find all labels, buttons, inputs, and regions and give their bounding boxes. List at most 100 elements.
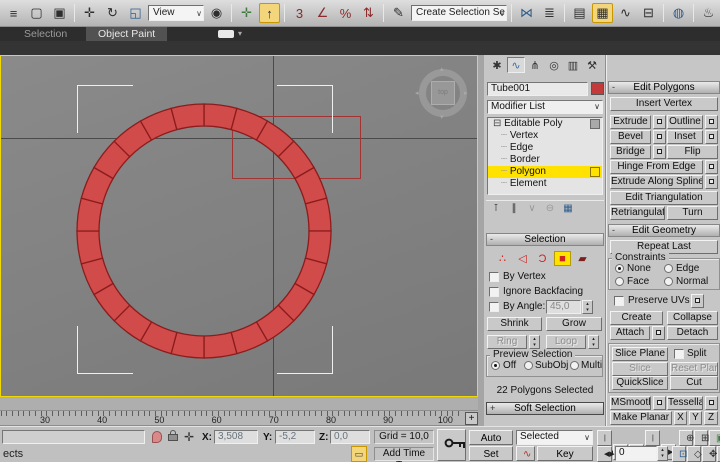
tab-motion[interactable]: ◎ [545,57,563,73]
reference-coordinate-system-dropdown[interactable]: View ∨ [148,5,204,21]
bevel-settings-icon[interactable] [653,130,666,144]
stack-row-polygon[interactable]: ┈ Polygon [488,166,602,178]
add-time-tag-button[interactable]: Add Time Tag [374,447,434,462]
reset-plane-button[interactable]: Reset Plane [670,362,718,376]
soft-selection-rollout-header[interactable]: + Soft Selection [486,402,604,415]
grow-button[interactable]: Grow [546,317,602,331]
preserve-uvs-settings-icon[interactable] [691,294,704,308]
constraint-face-radio[interactable] [615,277,624,286]
element-subobject-icon[interactable]: ▰ [574,251,591,266]
render-setup-icon[interactable]: ♨ [698,3,719,23]
by-vertex-checkbox[interactable] [489,272,499,282]
track-bar[interactable]: + 30 40 50 60 70 80 90 100 [0,411,478,426]
edge-subobject-icon[interactable]: ◁ [514,251,531,266]
constraint-edge-radio[interactable] [664,264,673,273]
preview-subobj-radio[interactable] [524,361,533,370]
stack-row-editable-poly[interactable]: ⊟ Editable Poly [488,118,602,130]
top-viewport[interactable]: top ▴ ▾ ◂ ▸ [0,55,478,397]
zoom-icon[interactable]: ⊕ [679,430,694,446]
tab-object-paint[interactable]: Object Paint [86,27,168,41]
make-planar-button[interactable]: Make Planar [610,411,672,425]
use-pivot-point-center-icon[interactable]: ◉ [206,3,227,23]
edit-polygons-rollout-header[interactable]: - Edit Polygons [608,81,720,94]
msmooth-button[interactable]: MSmooth [610,396,651,410]
field-of-view-icon[interactable]: ◇ [687,446,702,462]
key-filters-button[interactable]: Key Filters... [537,446,593,461]
next-frame-button[interactable]: |▶ [645,430,660,456]
vertex-subobject-icon[interactable]: ∴ [494,251,511,266]
ring-spinner[interactable]: ▴ ▾ [529,335,540,349]
window-crossing-icon[interactable]: ▣ [49,3,70,23]
make-unique-icon[interactable]: ∨ [524,201,540,215]
make-planar-z-button[interactable]: Z [704,411,718,425]
insert-vertex-button[interactable]: Insert Vertex [610,97,718,111]
set-key-mode-button[interactable] [437,429,466,461]
stack-row-element[interactable]: ┈ Element [488,178,602,190]
extrude-along-spline-button[interactable]: Extrude Along Spline [610,175,703,189]
msmooth-settings-icon[interactable] [653,396,666,410]
percent-snap-icon[interactable]: % [335,3,356,23]
tab-hierarchy[interactable]: ⋔ [526,57,544,73]
inset-button[interactable]: Inset [667,130,703,144]
inset-settings-icon[interactable] [705,130,718,144]
remove-modifier-icon[interactable]: ⊖ [542,201,558,215]
by-angle-field[interactable]: 45,0 [546,300,581,314]
keyboard-shortcut-override-icon[interactable]: ↑ [259,3,280,23]
track-bar-plus-button[interactable]: + [465,412,478,425]
extrude-button[interactable]: Extrude [610,115,651,129]
viewcube-arrow-down-icon[interactable]: ▾ [440,113,444,121]
stack-row-edge[interactable]: ┈ Edge [488,142,602,154]
preview-multi-radio[interactable] [570,361,579,370]
zoom-extents-icon[interactable]: ▣ [709,430,720,446]
tab-modify[interactable]: ∿ [507,57,525,73]
tube-polygon-segment[interactable] [304,197,332,232]
schematic-view-icon[interactable]: ⊟ [638,3,659,23]
detach-button[interactable]: Detach [667,326,718,340]
split-checkbox[interactable] [674,349,684,359]
outline-button[interactable]: Outline [667,115,703,129]
spinner-snap-icon[interactable]: ⇅ [358,3,379,23]
curve-editor-icon[interactable]: ∿ [615,3,636,23]
angle-snap-icon[interactable]: ∠ [312,3,333,23]
stack-row-border[interactable]: ┈ Border [488,154,602,166]
edit-triangulation-button[interactable]: Edit Triangulation [610,191,718,205]
snap-toggle-3d-icon[interactable]: 3 [289,3,310,23]
make-planar-x-button[interactable]: X [674,411,687,425]
go-to-start-button[interactable]: |◀◀ [597,430,615,456]
layer-manager-icon[interactable]: ▤ [569,3,590,23]
named-selection-set-dropdown[interactable]: Create Selection Se ∨ [411,5,507,21]
tab-create[interactable]: ✱ [488,57,506,73]
turn-button[interactable]: Turn [667,206,718,220]
constraint-normal-radio[interactable] [664,277,673,286]
object-name-field[interactable]: Tube001 [487,82,588,96]
collapse-button[interactable]: Collapse [667,311,718,325]
select-and-rotate-icon[interactable]: ↻ [102,3,123,23]
graphite-modeling-tools-icon[interactable]: ▦ [592,3,613,23]
configure-modifier-sets-icon[interactable]: ▦ [560,201,576,215]
edit-named-selection-sets-icon[interactable]: ✎ [388,3,409,23]
y-coordinate-field[interactable]: -5,2 [275,430,315,444]
tube-polygon-segment[interactable] [170,103,205,131]
notification-balloon-icon[interactable] [152,431,162,443]
extrude-settings-icon[interactable] [653,115,666,129]
polygon-subobject-icon[interactable]: ■ [554,251,571,266]
default-in-out-tangents-icon[interactable]: ∿ [516,446,535,461]
select-and-manipulate-icon[interactable]: ✛ [236,3,257,23]
viewcube-arrow-up-icon[interactable]: ▴ [440,65,444,73]
pin-stack-icon[interactable]: ⊺ [488,201,504,215]
extrude-along-spline-settings-icon[interactable] [705,175,718,189]
viewcube-arrow-right-icon[interactable]: ▸ [464,89,468,97]
tessellate-settings-icon[interactable] [705,396,718,410]
flip-button[interactable]: Flip [667,145,718,159]
hinge-settings-icon[interactable] [705,160,718,174]
tube-polygon-segment[interactable] [76,230,104,265]
ribbon-config-caret-icon[interactable]: ▾ [238,29,242,38]
time-slider-track[interactable] [0,397,478,411]
show-end-result-icon[interactable]: ∥ [506,201,522,215]
object-color-swatch[interactable] [591,82,604,95]
selection-lock-icon[interactable] [168,430,179,442]
make-planar-y-button[interactable]: Y [689,411,702,425]
preserve-uvs-checkbox[interactable] [614,296,624,306]
modifier-list-dropdown[interactable]: Modifier List ∨ [487,100,603,114]
rectangular-selection-region-icon[interactable]: ▢ [26,3,47,23]
